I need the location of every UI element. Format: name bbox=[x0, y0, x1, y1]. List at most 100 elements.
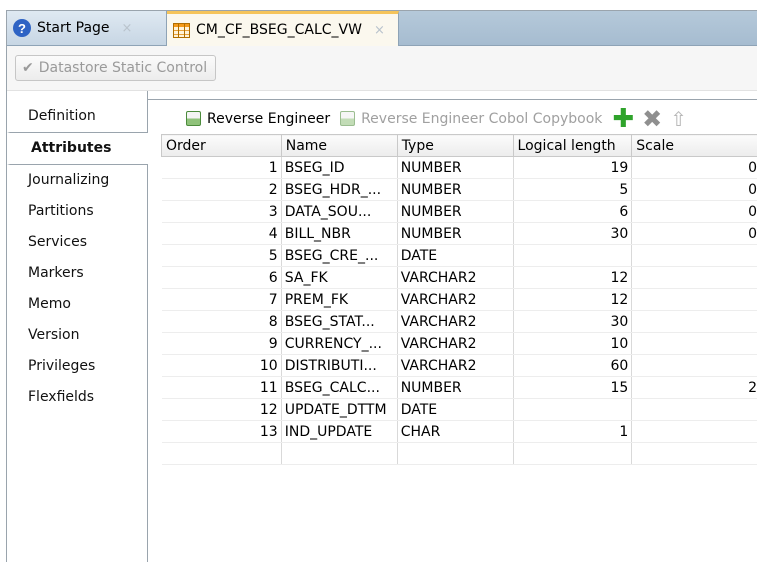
cell-type[interactable]: NUMBER bbox=[397, 201, 513, 223]
reverse-engineer-cobol-button[interactable]: Reverse Engineer Cobol Copybook bbox=[340, 111, 602, 127]
table-row[interactable]: 9CURRENCY_...VARCHAR210 bbox=[162, 333, 757, 355]
nav-item-attributes[interactable]: Attributes bbox=[7, 132, 148, 165]
table-row[interactable]: 10DISTRIBUTI...VARCHAR260 bbox=[162, 355, 757, 377]
column-header-type[interactable]: Type bbox=[397, 135, 513, 157]
cell-length[interactable]: 30 bbox=[513, 223, 632, 245]
cell-type[interactable]: NUMBER bbox=[397, 157, 513, 179]
cell-type[interactable]: VARCHAR2 bbox=[397, 333, 513, 355]
cell-scale[interactable] bbox=[632, 267, 757, 289]
cell-length[interactable] bbox=[513, 245, 632, 267]
nav-item-memo[interactable]: Memo bbox=[7, 289, 147, 320]
cell-length[interactable]: 60 bbox=[513, 355, 632, 377]
cell-order[interactable]: 4 bbox=[162, 223, 282, 245]
cell-name[interactable]: PREM_FK bbox=[281, 289, 397, 311]
cell-length[interactable]: 30 bbox=[513, 311, 632, 333]
cell-type[interactable]: VARCHAR2 bbox=[397, 355, 513, 377]
cell-length[interactable]: 10 bbox=[513, 333, 632, 355]
reverse-engineer-button[interactable]: Reverse Engineer bbox=[186, 111, 330, 127]
nav-item-journalizing[interactable]: Journalizing bbox=[7, 165, 147, 196]
cell-length[interactable]: 1 bbox=[513, 421, 632, 443]
cell-order[interactable]: 3 bbox=[162, 201, 282, 223]
nav-item-services[interactable]: Services bbox=[7, 227, 147, 258]
tab-start-page[interactable]: ? Start Page × bbox=[7, 11, 167, 45]
close-icon[interactable]: × bbox=[374, 23, 385, 38]
cell-order[interactable]: 8 bbox=[162, 311, 282, 333]
cell-order[interactable]: 11 bbox=[162, 377, 282, 399]
table-row[interactable]: 2BSEG_HDR_...NUMBER50 bbox=[162, 179, 757, 201]
nav-item-partitions[interactable]: Partitions bbox=[7, 196, 147, 227]
table-row[interactable]: 6SA_FKVARCHAR212 bbox=[162, 267, 757, 289]
table-row[interactable]: 11BSEG_CALC...NUMBER152 bbox=[162, 377, 757, 399]
cell-name[interactable]: DISTRIBUTI... bbox=[281, 355, 397, 377]
nav-item-privileges[interactable]: Privileges bbox=[7, 351, 147, 382]
cell-order[interactable]: 12 bbox=[162, 399, 282, 421]
cell-order[interactable]: 10 bbox=[162, 355, 282, 377]
table-row[interactable]: 12UPDATE_DTTMDATE bbox=[162, 399, 757, 421]
cell-scale[interactable] bbox=[632, 399, 757, 421]
cell-scale[interactable] bbox=[632, 311, 757, 333]
cell-name[interactable]: BSEG_ID bbox=[281, 157, 397, 179]
cell-type[interactable]: VARCHAR2 bbox=[397, 289, 513, 311]
datastore-static-control-button[interactable]: ✔ Datastore Static Control bbox=[15, 55, 216, 81]
table-row[interactable]: 7PREM_FKVARCHAR212 bbox=[162, 289, 757, 311]
cell-order[interactable]: 6 bbox=[162, 267, 282, 289]
cell-scale[interactable]: 0 bbox=[632, 201, 757, 223]
cell-scale[interactable] bbox=[632, 245, 757, 267]
cell-order[interactable]: 13 bbox=[162, 421, 282, 443]
cell-name[interactable]: BSEG_HDR_... bbox=[281, 179, 397, 201]
table-row[interactable]: 5BSEG_CRE_...DATE bbox=[162, 245, 757, 267]
nav-item-markers[interactable]: Markers bbox=[7, 258, 147, 289]
table-row[interactable]: 13IND_UPDATECHAR1 bbox=[162, 421, 757, 443]
cell-name[interactable]: BILL_NBR bbox=[281, 223, 397, 245]
close-icon[interactable]: × bbox=[122, 21, 133, 36]
nav-item-definition[interactable]: Definition bbox=[7, 101, 147, 132]
nav-item-flexfields[interactable]: Flexfields bbox=[7, 382, 147, 413]
cell-length[interactable]: 15 bbox=[513, 377, 632, 399]
cell-length[interactable]: 19 bbox=[513, 157, 632, 179]
column-header-order[interactable]: Order bbox=[162, 135, 282, 157]
cell-name[interactable]: SA_FK bbox=[281, 267, 397, 289]
cell-name[interactable]: DATA_SOU... bbox=[281, 201, 397, 223]
cell-type[interactable]: DATE bbox=[397, 245, 513, 267]
cell-length[interactable]: 12 bbox=[513, 267, 632, 289]
table-row[interactable]: 3DATA_SOU...NUMBER60 bbox=[162, 201, 757, 223]
cell-name[interactable]: UPDATE_DTTM bbox=[281, 399, 397, 421]
cell-order[interactable]: 7 bbox=[162, 289, 282, 311]
column-header-logical-length[interactable]: Logical length bbox=[513, 135, 632, 157]
tab-datastore[interactable]: CM_CF_BSEG_CALC_VW × bbox=[167, 11, 399, 46]
cell-scale[interactable]: 0 bbox=[632, 157, 757, 179]
cell-scale[interactable] bbox=[632, 289, 757, 311]
cell-type[interactable]: NUMBER bbox=[397, 377, 513, 399]
add-column-icon[interactable]: ✚ bbox=[612, 109, 634, 129]
nav-item-version[interactable]: Version bbox=[7, 320, 147, 351]
cell-scale[interactable]: 0 bbox=[632, 223, 757, 245]
cell-name[interactable]: BSEG_CRE_... bbox=[281, 245, 397, 267]
cell-type[interactable]: DATE bbox=[397, 399, 513, 421]
cell-scale[interactable]: 2 bbox=[632, 377, 757, 399]
cell-length[interactable]: 5 bbox=[513, 179, 632, 201]
cell-order[interactable]: 2 bbox=[162, 179, 282, 201]
cell-scale[interactable] bbox=[632, 333, 757, 355]
cell-length[interactable]: 12 bbox=[513, 289, 632, 311]
cell-type[interactable]: VARCHAR2 bbox=[397, 267, 513, 289]
cell-name[interactable]: BSEG_CALC... bbox=[281, 377, 397, 399]
cell-type[interactable]: NUMBER bbox=[397, 179, 513, 201]
cell-order[interactable]: 5 bbox=[162, 245, 282, 267]
cell-scale[interactable] bbox=[632, 421, 757, 443]
table-row[interactable]: 1BSEG_IDNUMBER190 bbox=[162, 157, 757, 179]
move-up-icon[interactable]: ⇧ bbox=[670, 109, 687, 129]
cell-length[interactable] bbox=[513, 399, 632, 421]
delete-column-icon[interactable]: ✖ bbox=[642, 109, 662, 129]
cell-order[interactable]: 9 bbox=[162, 333, 282, 355]
table-row[interactable]: 8BSEG_STAT...VARCHAR230 bbox=[162, 311, 757, 333]
cell-scale[interactable]: 0 bbox=[632, 179, 757, 201]
column-header-scale[interactable]: Scale bbox=[632, 135, 757, 157]
cell-type[interactable]: NUMBER bbox=[397, 223, 513, 245]
cell-name[interactable]: BSEG_STAT... bbox=[281, 311, 397, 333]
cell-name[interactable]: IND_UPDATE bbox=[281, 421, 397, 443]
cell-order[interactable]: 1 bbox=[162, 157, 282, 179]
table-row[interactable]: 4BILL_NBRNUMBER300 bbox=[162, 223, 757, 245]
cell-type[interactable]: CHAR bbox=[397, 421, 513, 443]
cell-scale[interactable] bbox=[632, 355, 757, 377]
cell-name[interactable]: CURRENCY_... bbox=[281, 333, 397, 355]
